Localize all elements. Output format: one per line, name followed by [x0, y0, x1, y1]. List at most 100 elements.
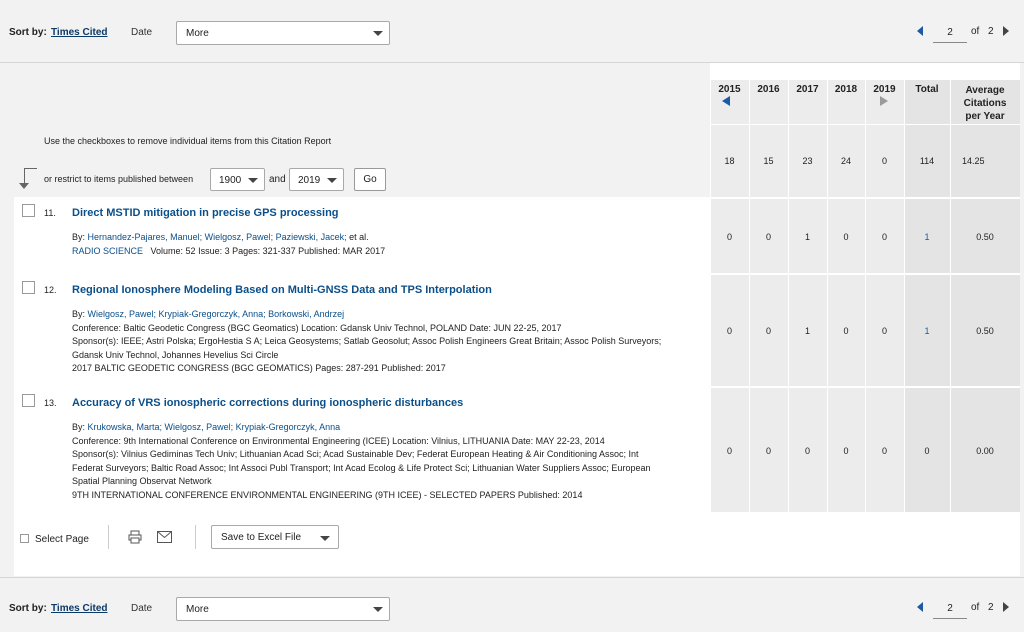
chevron-down-icon — [373, 31, 383, 36]
to-year-select[interactable]: 2019 — [289, 168, 344, 191]
record-sponsors: Sponsor(s): IEEE; Astri Polska; ErgoHest… — [72, 336, 662, 346]
total-2018: 24 — [840, 156, 851, 166]
sort-times-cited-link[interactable]: Times Cited — [51, 27, 108, 38]
page-total: 2 — [988, 26, 994, 37]
record-13-total: 0 — [924, 446, 930, 456]
go-button[interactable]: Go — [354, 168, 386, 191]
record-13-2018: 0 — [843, 446, 849, 456]
page-number-input[interactable] — [933, 598, 967, 619]
year-header-2018: 2018 — [834, 84, 858, 95]
record-authors-line: By: Krukowska, Marta; Wielgosz, Pawel; K… — [72, 421, 704, 435]
and-label: and — [269, 174, 286, 185]
from-year-value: 1900 — [219, 175, 242, 186]
save-to-excel-dropdown[interactable]: Save to Excel File — [211, 525, 339, 549]
average-header-line: per Year — [965, 111, 1005, 122]
record-number: 12. — [44, 285, 57, 295]
divider — [195, 525, 196, 549]
record-13-checkbox[interactable] — [22, 394, 35, 407]
arrow-down-icon — [19, 183, 29, 189]
record-13-average: 0.00 — [976, 446, 994, 456]
page-total: 2 — [988, 602, 994, 613]
from-year-select[interactable]: 1900 — [210, 168, 265, 191]
record-authors[interactable]: Hernandez-Pajares, Manuel; Wielgosz, Paw… — [88, 232, 347, 242]
sort-more-value: More — [186, 604, 209, 615]
previous-years-icon[interactable] — [722, 96, 730, 106]
record-title-link[interactable]: Regional Ionosphere Modeling Based on Mu… — [72, 284, 492, 296]
sort-times-cited-link[interactable]: Times Cited — [51, 603, 108, 614]
record-13-2019: 0 — [881, 446, 887, 456]
record-source[interactable]: RADIO SCIENCE — [72, 246, 143, 256]
record-sponsors: Federat Surveyors; Baltic Road Assoc; In… — [72, 462, 651, 473]
grid-divider — [710, 386, 1020, 388]
record-13-2016: 0 — [765, 446, 771, 456]
record-11-2019: 0 — [881, 232, 887, 242]
record-details: By: Wielgosz, Pawel; Krypiak-Gregorczyk,… — [72, 308, 704, 376]
record-title-link[interactable]: Direct MSTID mitigation in precise GPS p… — [72, 207, 339, 219]
record-13-2017: 0 — [804, 446, 810, 456]
record-12-2015: 0 — [726, 326, 732, 336]
previous-page-icon[interactable] — [917, 26, 923, 36]
email-icon[interactable] — [157, 531, 172, 543]
record-11-checkbox[interactable] — [22, 204, 35, 217]
total-average: 14.25 — [962, 156, 985, 166]
year-header-2015: 2015 — [718, 84, 741, 95]
record-11-2017: 1 — [804, 232, 810, 242]
total-header: Total — [915, 84, 939, 95]
record-conference: Conference: Baltic Geodetic Congress (BG… — [72, 322, 562, 333]
record-11-2018: 0 — [843, 232, 849, 242]
chevron-down-icon — [320, 536, 330, 541]
total-2019: 0 — [881, 156, 887, 166]
total-all-years: 114 — [919, 156, 935, 166]
record-12-2016: 0 — [765, 326, 771, 336]
top-sort-bar: Sort by: Times Cited Date More of 2 — [0, 0, 1024, 63]
select-page-checkbox[interactable] — [20, 534, 29, 543]
previous-page-icon[interactable] — [917, 602, 923, 612]
record-13-2015: 0 — [726, 446, 732, 456]
record-sponsors: Sponsor(s): Vilnius Gediminas Tech Univ;… — [72, 449, 639, 459]
record-sponsors: Gdansk Univ Technol, Johannes Hevelius S… — [72, 349, 279, 360]
record-11-total-link[interactable]: 1 — [904, 232, 950, 242]
record-12-checkbox[interactable] — [22, 281, 35, 294]
average-header: Average Citations per Year — [950, 84, 1020, 123]
sort-by-label: Sort by: — [9, 603, 47, 614]
record-11-2015: 0 — [726, 232, 732, 242]
record-12-2017: 1 — [804, 326, 810, 336]
record-authors[interactable]: Krukowska, Marta; Wielgosz, Pawel; Krypi… — [88, 422, 341, 432]
grid-divider — [710, 273, 1020, 275]
record-authors[interactable]: Wielgosz, Pawel; Krypiak-Gregorczyk, Ann… — [88, 309, 345, 319]
sort-date-link[interactable]: Date — [131, 27, 152, 38]
next-page-icon[interactable] — [1003, 602, 1009, 612]
record-conference: Conference: 9th International Conference… — [72, 435, 605, 446]
record-etal: et al. — [349, 232, 369, 242]
next-years-icon[interactable] — [880, 96, 888, 106]
record-12-total-link[interactable]: 1 — [904, 326, 950, 336]
total-2015: 18 — [724, 156, 735, 166]
grid-divider — [710, 124, 1020, 125]
page-of-label: of — [971, 602, 980, 613]
record-title-link[interactable]: Accuracy of VRS ionospheric corrections … — [72, 397, 463, 409]
record-details: By: Krukowska, Marta; Wielgosz, Pawel; K… — [72, 421, 704, 502]
record-number: 11. — [44, 208, 56, 218]
next-page-icon[interactable] — [1003, 26, 1009, 36]
print-icon[interactable] — [128, 530, 142, 544]
bottom-sort-bar: Sort by: Times Cited Date More of 2 — [0, 577, 1024, 632]
year-header-2019: 2019 — [873, 84, 896, 95]
record-source-line: 2017 BALTIC GEODETIC CONGRESS (BGC GEOMA… — [72, 363, 446, 373]
sort-date-link[interactable]: Date — [131, 603, 152, 614]
total-2017: 23 — [802, 156, 813, 166]
by-label: By: — [72, 232, 86, 242]
record-source-line: RADIO SCIENCE Volume: 52 Issue: 3 Pages:… — [72, 245, 702, 259]
checkbox-instruction: Use the checkboxes to remove individual … — [44, 136, 332, 146]
to-year-value: 2019 — [298, 175, 321, 186]
year-header-2016: 2016 — [757, 84, 780, 95]
sort-more-dropdown[interactable]: More — [176, 21, 390, 45]
page-number-input[interactable] — [933, 22, 967, 43]
sort-more-dropdown[interactable]: More — [176, 597, 390, 621]
record-details: By: Hernandez-Pajares, Manuel; Wielgosz,… — [72, 231, 702, 258]
sort-by-label: Sort by: — [9, 27, 47, 38]
select-page-label[interactable]: Select Page — [35, 534, 89, 545]
divider — [108, 525, 109, 549]
year-header-2017: 2017 — [796, 84, 819, 95]
chevron-down-icon — [327, 178, 337, 183]
restrict-label: or restrict to items published between — [44, 174, 194, 184]
